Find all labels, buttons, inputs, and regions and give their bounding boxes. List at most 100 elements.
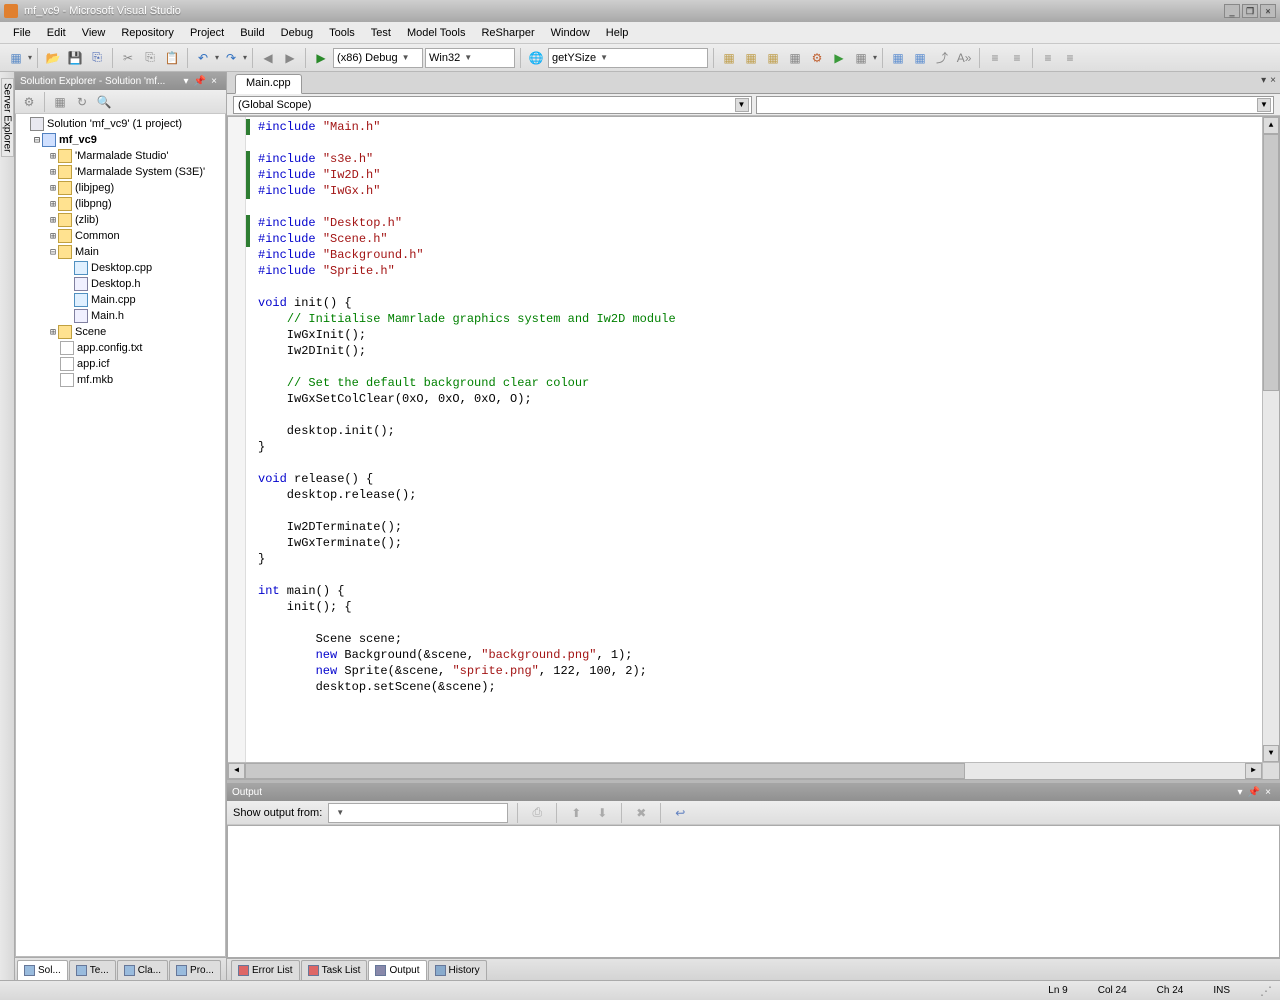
menu-tools[interactable]: Tools [322,25,362,41]
solution-tree[interactable]: Solution 'mf_vc9' (1 project) ⊟mf_vc9 ⊞'… [15,114,226,957]
panel-close-icon[interactable]: × [207,76,221,87]
output-source-dropdown[interactable]: ▼ [328,803,508,823]
view-icon[interactable]: 🔍 [94,92,114,112]
cut-button[interactable]: ✂ [118,48,138,68]
pin-icon[interactable]: 📌 [1247,787,1261,798]
comment-button[interactable]: ≡ [1038,48,1058,68]
platform-dropdown[interactable]: Win32▼ [425,48,515,68]
panel-dropdown-icon[interactable]: ▾ [1233,787,1247,798]
tree-folder[interactable]: ⊞(zlib) [16,212,225,228]
scroll-thumb[interactable] [1263,134,1279,391]
tool-icon[interactable]: A» [954,48,974,68]
horizontal-scrollbar[interactable]: ◀ ▶ [228,762,1262,779]
tool-icon[interactable]: ▶ [829,48,849,68]
tool-icon[interactable]: ⚙ [807,48,827,68]
open-button[interactable]: 📂 [43,48,63,68]
vertical-scrollbar[interactable]: ▲ ▼ [1262,117,1279,762]
tool-icon[interactable]: ▦ [888,48,908,68]
tree-folder[interactable]: ⊞Common [16,228,225,244]
menu-debug[interactable]: Debug [274,25,320,41]
tool-icon[interactable]: ▦ [719,48,739,68]
minimize-button[interactable]: _ [1224,4,1240,18]
nav-fwd-button[interactable]: ▶ [280,48,300,68]
tab-output[interactable]: Output [368,960,426,980]
tab-task-list[interactable]: Task List [301,960,368,980]
tree-folder[interactable]: ⊞Scene [16,324,225,340]
nav-back-button[interactable]: ◀ [258,48,278,68]
scroll-up-icon[interactable]: ▲ [1263,117,1279,134]
tree-folder[interactable]: ⊞(libpng) [16,196,225,212]
tree-folder[interactable]: ⊞'Marmalade System (S3E)' [16,164,225,180]
member-dropdown[interactable]: ▼ [756,96,1275,114]
menu-help[interactable]: Help [599,25,636,41]
copy-button[interactable]: ⎘ [140,48,160,68]
save-button[interactable]: 💾 [65,48,85,68]
code-editor[interactable]: #include "Main.h" #include "s3e.h" #incl… [227,116,1280,780]
tool-icon[interactable]: ▦ [741,48,761,68]
paste-button[interactable]: 📋 [162,48,182,68]
redo-button[interactable]: ↷ [221,48,241,68]
new-project-button[interactable]: ▦ [6,48,26,68]
menu-project[interactable]: Project [183,25,231,41]
tree-folder[interactable]: ⊞'Marmalade Studio' [16,148,225,164]
maximize-button[interactable]: ❐ [1242,4,1258,18]
tab-class-view[interactable]: Cla... [117,960,168,980]
close-button[interactable]: × [1260,4,1276,18]
pin-icon[interactable]: 📌 [193,76,207,87]
tree-project-node[interactable]: ⊟mf_vc9 [16,132,225,148]
tab-dropdown-icon[interactable]: ▾ [1261,75,1266,86]
output-tool-icon[interactable]: ⬇ [592,803,612,823]
tab-main-cpp[interactable]: Main.cpp [235,74,302,94]
panel-dropdown-icon[interactable]: ▾ [179,76,193,87]
menu-edit[interactable]: Edit [40,25,73,41]
tree-file[interactable]: Main.h [16,308,225,324]
code-text[interactable]: #include "Main.h" #include "s3e.h" #incl… [228,117,1262,695]
refresh-icon[interactable]: ↻ [72,92,92,112]
menu-repository[interactable]: Repository [114,25,181,41]
menu-model-tools[interactable]: Model Tools [400,25,473,41]
menu-resharper[interactable]: ReSharper [474,25,541,41]
scope-dropdown[interactable]: (Global Scope)▼ [233,96,752,114]
scroll-down-icon[interactable]: ▼ [1263,745,1279,762]
tree-folder-main[interactable]: ⊟Main [16,244,225,260]
tab-history[interactable]: History [428,960,487,980]
tree-folder[interactable]: ⊞(libjpeg) [16,180,225,196]
tree-file[interactable]: app.config.txt [16,340,225,356]
scroll-thumb[interactable] [245,763,965,779]
tree-file[interactable]: mf.mkb [16,372,225,388]
find-combobox[interactable]: getYSize▼ [548,48,708,68]
output-tool-icon[interactable]: ⎙ [527,803,547,823]
tree-file[interactable]: app.icf [16,356,225,372]
properties-icon[interactable]: ⚙ [19,92,39,112]
server-explorer-tab[interactable]: Server Explorer [1,78,14,157]
tab-team-explorer[interactable]: Te... [69,960,116,980]
uncomment-button[interactable]: ≡ [1060,48,1080,68]
output-text[interactable] [227,825,1280,958]
scroll-left-icon[interactable]: ◀ [228,763,245,779]
tab-solution-explorer[interactable]: Sol... [17,960,68,980]
indent-more-button[interactable]: ≡ [1007,48,1027,68]
menu-test[interactable]: Test [364,25,398,41]
menu-view[interactable]: View [75,25,113,41]
tool-icon[interactable]: ⤴ [932,48,952,68]
tree-file[interactable]: Desktop.h [16,276,225,292]
config-dropdown[interactable]: (x86) Debug▼ [333,48,423,68]
tool-icon[interactable]: ▦ [910,48,930,68]
tool-icon[interactable]: ▦ [785,48,805,68]
save-all-button[interactable]: ⎘ [87,48,107,68]
menu-build[interactable]: Build [233,25,271,41]
menu-window[interactable]: Window [544,25,597,41]
output-clear-icon[interactable]: ✖ [631,803,651,823]
tab-close-icon[interactable]: × [1270,75,1276,86]
tree-file[interactable]: Desktop.cpp [16,260,225,276]
output-tool-icon[interactable]: ⬆ [566,803,586,823]
tab-error-list[interactable]: Error List [231,960,300,980]
panel-close-icon[interactable]: × [1261,787,1275,798]
start-debug-button[interactable]: ▶ [311,48,331,68]
output-wrap-icon[interactable]: ↩ [670,803,690,823]
find-icon[interactable]: 🌐 [526,48,546,68]
tree-solution-node[interactable]: Solution 'mf_vc9' (1 project) [16,116,225,132]
tree-file[interactable]: Main.cpp [16,292,225,308]
tool-icon[interactable]: ▦ [851,48,871,68]
menu-file[interactable]: File [6,25,38,41]
